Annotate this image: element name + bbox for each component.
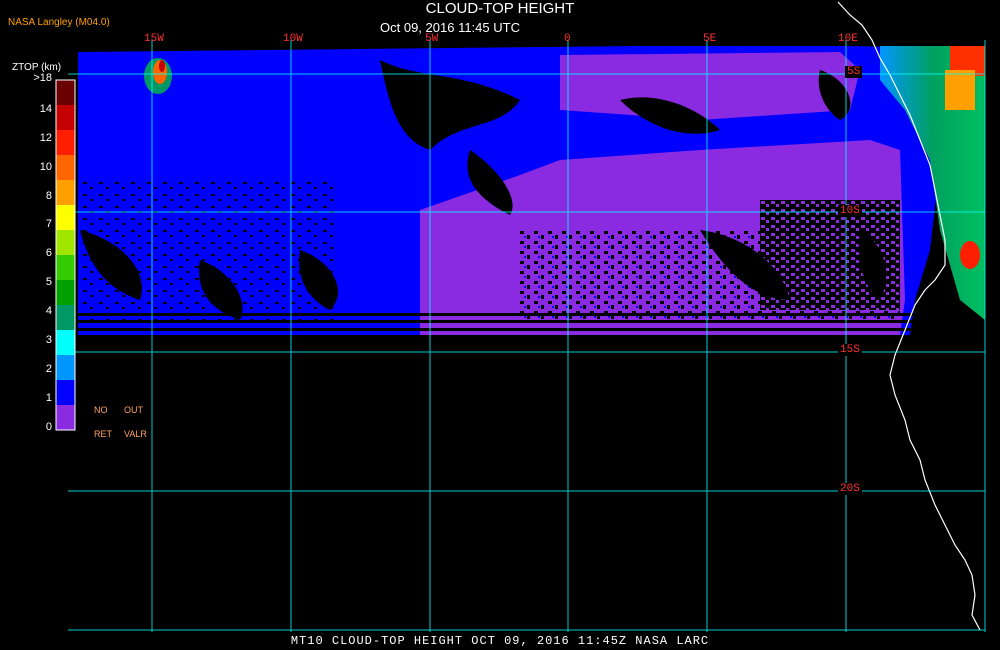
legend-tick: 8 [45,189,52,202]
east-high-cloud [960,241,980,269]
legend-swatch [56,355,75,381]
cloud-field-purple-north [560,52,860,120]
lat-label-10s: 10S [838,205,862,217]
color-legend-bar [56,80,75,431]
no-ret-label-top: NO [94,405,108,415]
legend-swatch [56,305,75,331]
lon-label-10e: 10E [838,33,858,45]
legend-tick: 14 [39,102,52,115]
legend-tick: 12 [39,131,52,144]
scan-stripe [78,328,913,331]
convective-cell-peak [159,60,165,72]
legend-swatch [56,330,75,356]
scan-stripe [78,320,913,323]
no-ret-label-bottom: RET [94,429,112,439]
scan-stripe [78,313,913,316]
credit-label: NASA Langley (M04.0) [8,17,110,28]
legend-swatch [56,205,75,231]
legend-tick: 5 [45,276,52,289]
lon-label-5w: 5W [425,33,439,45]
legend-tick: 4 [45,305,52,318]
legend-swatch [56,80,75,106]
out-valr-label-bottom: VALR [124,429,147,439]
lat-label-5s: 5S [845,66,863,78]
lon-label-0: 0 [564,33,571,45]
legend-tick: 7 [45,218,52,231]
legend-tick: >18 [33,72,52,84]
legend-tick: 2 [45,362,52,375]
legend-swatch [56,105,75,131]
legend-swatch [56,380,75,406]
legend-swatch [56,255,75,281]
legend-swatch [56,405,75,431]
legend-swatch [56,180,75,206]
lat-label-20s: 20S [838,483,862,495]
out-valr-label-top: OUT [124,405,143,415]
legend-tick: 3 [45,333,52,346]
east-high-cloud [945,70,975,110]
cloud-top-height-map [55,1,986,632]
lon-label-15w: 15W [144,33,164,45]
legend-tick: 6 [45,247,52,260]
legend-swatch [56,280,75,306]
legend-swatch [56,130,75,156]
legend-tick: 10 [39,160,52,173]
lon-label-5e: 5E [703,33,717,45]
legend-swatch [56,155,75,181]
legend-tick: 0 [45,420,52,433]
legend-swatch [56,230,75,256]
lat-label-15s: 15S [838,344,862,356]
satellite-swath [78,46,985,335]
footer-caption: MT10 CLOUD-TOP HEIGHT OCT 09, 2016 11:45… [290,634,710,648]
page-title: CLOUD-TOP HEIGHT [425,0,575,17]
legend-tick: 1 [45,391,52,404]
timestamp: Oct 09, 2016 11:45 UTC [380,20,520,35]
lon-label-10w: 10W [283,33,303,45]
